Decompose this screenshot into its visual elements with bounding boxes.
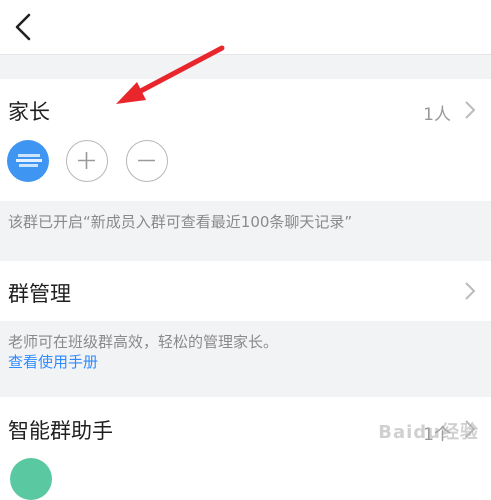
top-bar — [0, 0, 491, 55]
user-manual-link[interactable]: 查看使用手册 — [8, 351, 98, 372]
add-member-button[interactable] — [66, 140, 108, 182]
history-note-area: 该群已开启“新成员入群可查看最近100条聊天记录” — [0, 201, 491, 261]
watermark: Baidu经验 — [378, 422, 479, 443]
back-button[interactable] — [10, 10, 36, 44]
minus-icon — [138, 159, 155, 162]
group-management-title: 群管理 — [8, 282, 71, 306]
chevron-right-icon[interactable] — [463, 99, 477, 121]
smart-assistant-title: 智能群助手 — [8, 419, 113, 443]
management-desc: 老师可在班级群高效，轻松的管理家长。 — [8, 333, 279, 351]
management-desc-area: 老师可在班级群高效，轻松的管理家长。 查看使用手册 — [0, 321, 491, 397]
parents-count[interactable]: 1人 — [423, 100, 451, 125]
section-gap — [0, 55, 491, 79]
blurred-avatar-icon — [16, 154, 42, 167]
avatar[interactable] — [7, 140, 49, 182]
chevron-right-icon — [465, 282, 476, 300]
chevron-left-icon — [15, 13, 31, 41]
group-management-row[interactable]: 群管理 — [0, 261, 491, 321]
assistant-avatar[interactable] — [10, 458, 52, 500]
plus-icon — [78, 152, 95, 169]
parents-title: 家长 — [8, 100, 50, 124]
remove-member-button[interactable] — [126, 140, 168, 182]
parents-section: 家长 1人 — [0, 79, 491, 201]
history-note: 该群已开启“新成员入群可查看最近100条聊天记录” — [8, 213, 353, 231]
